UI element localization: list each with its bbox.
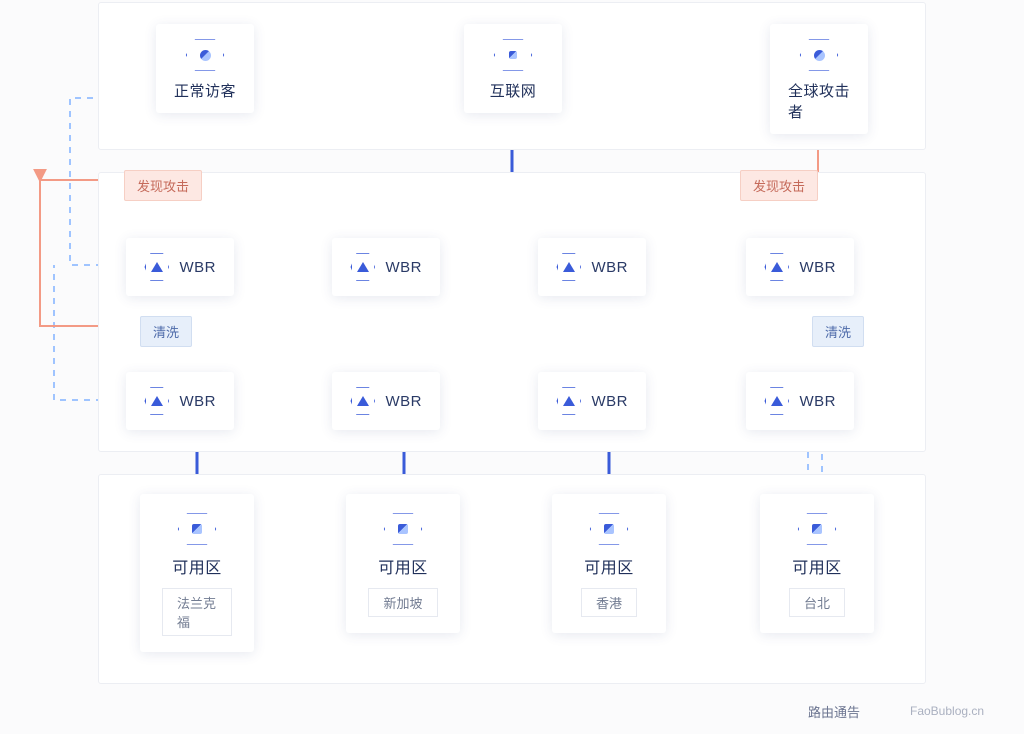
wbr-r2-2: WBR <box>332 372 440 430</box>
region-tag: 新加坡 <box>368 588 437 617</box>
label-available-zone: 可用区 <box>584 554 634 578</box>
node-attacker: 全球攻击者 <box>770 24 868 134</box>
chip-discover-right: 发现攻击 <box>740 170 818 201</box>
wbr-r2-1: WBR <box>126 372 234 430</box>
user-icon <box>185 38 225 72</box>
router-icon <box>144 252 170 282</box>
node-visitor: 正常访客 <box>156 24 254 113</box>
wbr-r1-3: WBR <box>538 238 646 296</box>
footnote-route-advert: 路由通告 <box>808 702 860 721</box>
router-icon <box>144 386 170 416</box>
label-wbr: WBR <box>386 259 423 276</box>
internet-icon <box>493 38 533 72</box>
dc-4: 可用区 台北 <box>760 494 874 633</box>
wbr-r2-4: WBR <box>746 372 854 430</box>
router-icon <box>764 252 790 282</box>
label-available-zone: 可用区 <box>378 554 428 578</box>
region-tag: 台北 <box>789 588 845 617</box>
label-wbr: WBR <box>592 393 629 410</box>
label-internet: 互联网 <box>490 80 537 101</box>
router-icon <box>764 386 790 416</box>
chip-clean-left: 清洗 <box>140 316 192 347</box>
region-tag: 香港 <box>581 588 637 617</box>
wbr-r1-4: WBR <box>746 238 854 296</box>
chip-discover-left: 发现攻击 <box>124 170 202 201</box>
label-available-zone: 可用区 <box>172 554 222 578</box>
label-wbr: WBR <box>180 259 217 276</box>
label-wbr: WBR <box>800 393 837 410</box>
node-internet: 互联网 <box>464 24 562 113</box>
label-attacker: 全球攻击者 <box>788 80 850 122</box>
dc-2: 可用区 新加坡 <box>346 494 460 633</box>
dc-3: 可用区 香港 <box>552 494 666 633</box>
wbr-r1-1: WBR <box>126 238 234 296</box>
attacker-icon <box>799 38 839 72</box>
router-icon <box>350 252 376 282</box>
wbr-r1-2: WBR <box>332 238 440 296</box>
label-wbr: WBR <box>800 259 837 276</box>
router-icon <box>350 386 376 416</box>
watermark: FaoBublog.cn <box>910 704 984 718</box>
router-icon <box>556 252 582 282</box>
dc-icon <box>797 512 837 546</box>
label-wbr: WBR <box>180 393 217 410</box>
label-visitor: 正常访客 <box>174 80 236 101</box>
region-tag: 法兰克福 <box>162 588 232 636</box>
label-available-zone: 可用区 <box>792 554 842 578</box>
dc-1: 可用区 法兰克福 <box>140 494 254 652</box>
wbr-r2-3: WBR <box>538 372 646 430</box>
label-wbr: WBR <box>386 393 423 410</box>
dc-icon <box>383 512 423 546</box>
label-wbr: WBR <box>592 259 629 276</box>
chip-clean-right: 清洗 <box>812 316 864 347</box>
router-icon <box>556 386 582 416</box>
dc-icon <box>177 512 217 546</box>
dc-icon <box>589 512 629 546</box>
